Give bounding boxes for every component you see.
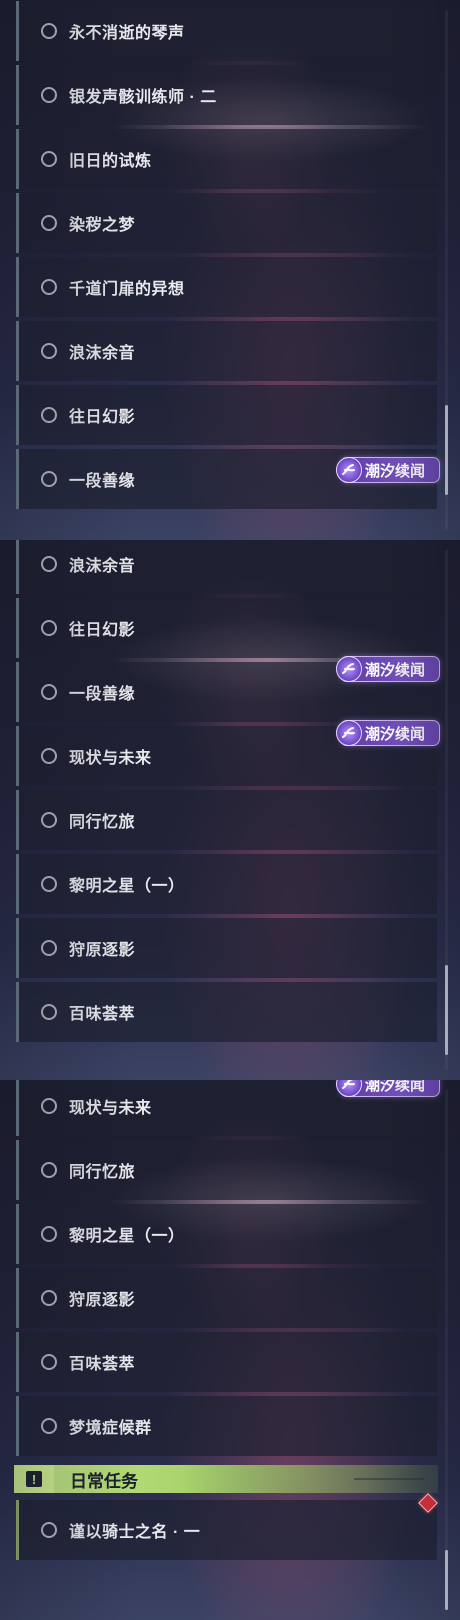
quest-status-icon xyxy=(41,1522,57,1538)
quest-item[interactable]: 浪沫余音 xyxy=(16,540,437,594)
quest-status-icon xyxy=(41,940,57,956)
tidal-echo-badge: 潮汐续闻 xyxy=(336,457,440,483)
scrollbar-track xyxy=(445,1090,448,1610)
quest-title: 千道门扉的异想 xyxy=(69,281,185,298)
quest-status-icon xyxy=(41,151,57,167)
quest-item[interactable]: 狩原逐影 xyxy=(16,918,437,978)
quest-title: 往日幻影 xyxy=(69,409,136,426)
quest-list-panel-3: 现状与未来 同行忆旅 黎明之星（一） 狩原逐影 百味荟萃 梦境症候群 ! 日常任… xyxy=(0,1080,460,1620)
daily-quests-header[interactable]: ! 日常任务 xyxy=(14,1465,438,1493)
quest-item[interactable]: 往日幻影 xyxy=(16,598,437,658)
badge-label: 潮汐续闻 xyxy=(365,1080,426,1094)
quest-title: 旧日的试炼 xyxy=(69,153,152,170)
quest-item[interactable]: 百味荟萃 xyxy=(16,1332,437,1392)
quest-status-icon xyxy=(41,23,57,39)
quest-status-icon xyxy=(41,556,57,572)
quest-item[interactable]: 梦境症候群 xyxy=(16,1396,437,1456)
quest-title: 染秽之梦 xyxy=(69,217,136,234)
quest-item[interactable]: 往日幻影 xyxy=(16,385,437,445)
scrollbar-thumb[interactable] xyxy=(445,965,448,1055)
quest-title: 浪沫余音 xyxy=(69,345,136,362)
quest-item[interactable]: 黎明之星（一） xyxy=(16,854,437,914)
quest-item[interactable]: 浪沫余音 xyxy=(16,321,437,381)
daily-quest-item[interactable]: 谨以骑士之名 · 一 xyxy=(16,1500,437,1560)
quest-status-icon xyxy=(41,1162,57,1178)
quest-status-icon xyxy=(41,748,57,764)
section-decoration xyxy=(354,1478,424,1480)
scrollbar-thumb[interactable] xyxy=(445,1550,448,1610)
quest-status-icon xyxy=(41,343,57,359)
tidal-spiral-icon xyxy=(336,656,362,682)
tidal-spiral-icon xyxy=(336,720,362,746)
quest-title: 狩原逐影 xyxy=(69,1292,136,1309)
quest-item[interactable]: 黎明之星（一） xyxy=(16,1204,437,1264)
quest-title: 百味荟萃 xyxy=(69,1356,136,1373)
quest-status-icon xyxy=(41,471,57,487)
quest-status-icon xyxy=(41,1418,57,1434)
quest-status-icon xyxy=(41,1226,57,1242)
quest-title: 百味荟萃 xyxy=(69,1006,136,1023)
tidal-echo-badge: 潮汐续闻 xyxy=(336,656,440,682)
quest-status-icon xyxy=(41,1290,57,1306)
quest-title: 一段善缘 xyxy=(69,473,136,490)
quest-title: 梦境症候群 xyxy=(69,1420,152,1437)
quest-item[interactable]: 百味荟萃 xyxy=(16,982,437,1042)
quest-item[interactable]: 染秽之梦 xyxy=(16,193,437,253)
quest-title: 永不消逝的琴声 xyxy=(69,25,185,42)
quest-status-icon xyxy=(41,620,57,636)
quest-status-icon xyxy=(41,215,57,231)
tidal-spiral-icon xyxy=(336,457,362,483)
tidal-echo-badge: 潮汐续闻 xyxy=(336,1080,440,1097)
quest-item[interactable]: 银发声骸训练师 · 二 xyxy=(16,65,437,125)
quest-title: 现状与未来 xyxy=(69,750,152,767)
quest-title: 同行忆旅 xyxy=(69,814,136,831)
quest-status-icon xyxy=(41,876,57,892)
quest-list-panel-2: 浪沫余音 往日幻影 一段善缘 现状与未来 同行忆旅 黎明之星（一） 狩原逐影 百… xyxy=(0,540,460,1080)
quest-status-icon xyxy=(41,812,57,828)
scrollbar-thumb[interactable] xyxy=(445,405,448,495)
quest-status-icon xyxy=(41,1004,57,1020)
quest-title: 一段善缘 xyxy=(69,686,136,703)
exclamation-icon: ! xyxy=(14,1465,54,1493)
quest-title: 往日幻影 xyxy=(69,622,136,639)
quest-title: 黎明之星（一） xyxy=(69,1228,185,1245)
tidal-echo-badge: 潮汐续闻 xyxy=(336,720,440,746)
quest-title: 现状与未来 xyxy=(69,1100,152,1117)
quest-title: 谨以骑士之名 · 一 xyxy=(69,1524,201,1541)
quest-status-icon xyxy=(41,1098,57,1114)
quest-status-icon xyxy=(41,684,57,700)
quest-status-icon xyxy=(41,279,57,295)
quest-title: 银发声骸训练师 · 二 xyxy=(69,89,217,106)
quest-status-icon xyxy=(41,407,57,423)
quest-status-icon xyxy=(41,87,57,103)
quest-item[interactable]: 永不消逝的琴声 xyxy=(16,1,437,61)
badge-label: 潮汐续闻 xyxy=(365,462,426,480)
quest-list-panel-1: 永不消逝的琴声 银发声骸训练师 · 二 旧日的试炼 染秽之梦 千道门扉的异想 浪… xyxy=(0,0,460,540)
quest-title: 同行忆旅 xyxy=(69,1164,136,1181)
quest-item[interactable]: 旧日的试炼 xyxy=(16,129,437,189)
quest-item[interactable]: 千道门扉的异想 xyxy=(16,257,437,317)
quest-item[interactable]: 同行忆旅 xyxy=(16,1140,437,1200)
badge-label: 潮汐续闻 xyxy=(365,725,426,743)
quest-title: 狩原逐影 xyxy=(69,942,136,959)
quest-title: 浪沫余音 xyxy=(69,558,136,575)
quest-title: 黎明之星（一） xyxy=(69,878,185,895)
quest-item[interactable]: 狩原逐影 xyxy=(16,1268,437,1328)
section-title: 日常任务 xyxy=(70,1471,138,1491)
badge-label: 潮汐续闻 xyxy=(365,661,426,679)
quest-status-icon xyxy=(41,1354,57,1370)
quest-item[interactable]: 同行忆旅 xyxy=(16,790,437,850)
